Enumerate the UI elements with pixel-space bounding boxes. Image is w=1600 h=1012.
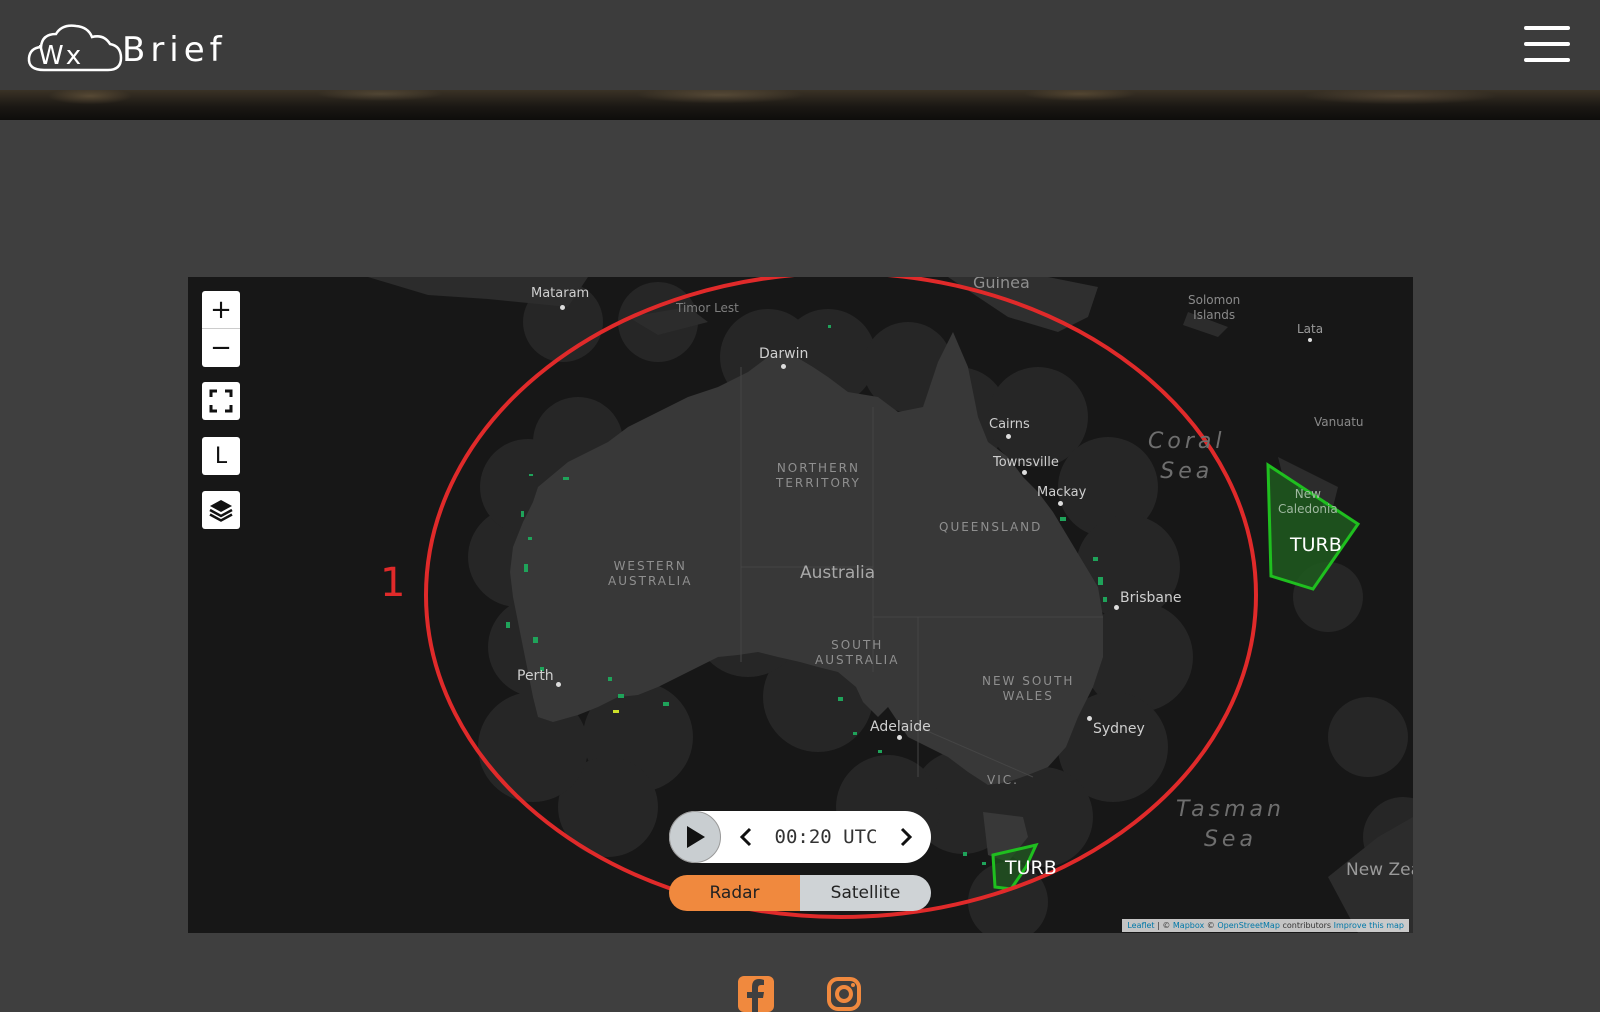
logo-text: Brief	[122, 30, 227, 70]
radar-satellite-toggle: Radar Satellite	[669, 875, 931, 911]
layers-button[interactable]	[202, 491, 240, 529]
place-adelaide: Adelaide	[870, 719, 931, 735]
play-button[interactable]	[669, 811, 721, 863]
place-vanuatu: Vanuatu	[1314, 415, 1364, 429]
turb-label-south[interactable]: TURB	[1005, 857, 1057, 879]
place-dot	[781, 364, 786, 369]
region-northern-territory: NORTHERN TERRITORY	[776, 461, 861, 490]
zoom-out-button[interactable]: −	[202, 329, 240, 366]
sea-tasman: Tasman Sea	[1176, 797, 1285, 852]
chevron-right-icon	[900, 827, 913, 847]
improve-map-link[interactable]: Improve this map	[1334, 921, 1404, 930]
weather-map[interactable]: Mataram Timor Lest Guinea Solomon Island…	[188, 277, 1413, 933]
place-perth: Perth	[517, 668, 554, 684]
play-icon	[687, 826, 705, 848]
satellite-tab[interactable]: Satellite	[800, 875, 931, 911]
zoom-in-button[interactable]: +	[202, 291, 240, 329]
place-sydney: Sydney	[1093, 721, 1145, 737]
mapbox-link[interactable]: Mapbox	[1173, 921, 1204, 930]
place-timor-leste: Timor Lest	[676, 301, 739, 315]
sea-coral: Coral Sea	[1148, 429, 1226, 484]
layers-icon	[209, 500, 233, 522]
place-dot	[1308, 338, 1312, 342]
place-lata: Lata	[1297, 322, 1324, 336]
radar-tab[interactable]: Radar	[669, 875, 800, 911]
leaflet-link[interactable]: Leaflet	[1127, 921, 1154, 930]
fullscreen-button[interactable]	[202, 382, 240, 420]
place-mackay: Mackay	[1037, 485, 1087, 500]
attribution-contributors: contributors	[1279, 921, 1334, 930]
social-links	[738, 976, 878, 1012]
region-south-australia: SOUTH AUSTRALIA	[815, 638, 900, 667]
place-cairns: Cairns	[989, 417, 1030, 432]
place-brisbane: Brisbane	[1120, 590, 1182, 606]
place-new-caledonia: New Caledonia	[1278, 487, 1338, 516]
place-dot	[1022, 470, 1027, 475]
legend-button[interactable]: L	[202, 437, 240, 475]
timeline-control: 00:20 UTC	[669, 811, 931, 863]
chevron-left-icon	[739, 827, 752, 847]
place-dot	[556, 682, 561, 687]
osm-link[interactable]: OpenStreetMap	[1217, 921, 1280, 930]
turb-label-east[interactable]: TURB	[1290, 534, 1342, 556]
hamburger-menu-icon[interactable]	[1524, 24, 1570, 64]
cloud-logo-icon: Wx	[27, 24, 123, 72]
site-header: Wx Brief	[0, 0, 1600, 90]
region-queensland: QUEENSLAND	[939, 520, 1043, 534]
place-mataram: Mataram	[531, 286, 590, 301]
place-dot	[1114, 605, 1119, 610]
region-western-australia: WESTERN AUSTRALIA	[608, 559, 693, 588]
place-dot	[1087, 716, 1092, 721]
annotation-number: 1	[380, 560, 406, 606]
zoom-control: + −	[202, 291, 240, 367]
place-darwin: Darwin	[759, 346, 809, 362]
place-new-zealand: New Zea	[1346, 860, 1413, 880]
attribution-sep: | ©	[1154, 921, 1173, 930]
instagram-icon[interactable]	[826, 976, 862, 1012]
place-guinea: Guinea	[973, 277, 1030, 292]
facebook-icon[interactable]	[738, 976, 774, 1012]
place-dot	[1006, 434, 1011, 439]
wxbrief-logo[interactable]: Wx Brief	[26, 20, 227, 76]
map-attribution: Leaflet | © Mapbox © OpenStreetMap contr…	[1122, 919, 1409, 932]
place-dot	[560, 305, 565, 310]
place-australia: Australia	[800, 563, 876, 583]
attribution-sep: ©	[1204, 921, 1218, 930]
next-frame-button[interactable]	[891, 811, 921, 863]
header-banner-image	[0, 90, 1600, 120]
place-dot	[897, 735, 902, 740]
fullscreen-icon	[209, 389, 233, 413]
current-time: 00:20 UTC	[774, 826, 878, 848]
region-new-south-wales: NEW SOUTH WALES	[982, 674, 1075, 703]
place-dot	[1058, 501, 1063, 506]
place-townsville: Townsville	[993, 455, 1059, 470]
place-solomon-islands: Solomon Islands	[1188, 293, 1241, 322]
svg-text:Wx: Wx	[38, 41, 83, 71]
region-victoria: VIC.	[987, 773, 1019, 787]
previous-frame-button[interactable]	[731, 811, 761, 863]
